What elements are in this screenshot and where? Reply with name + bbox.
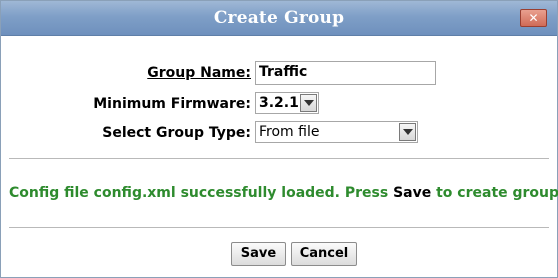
divider-bottom (9, 227, 549, 228)
group-type-value: From file (259, 124, 320, 140)
cancel-button[interactable]: Cancel (291, 242, 357, 266)
title-bar[interactable]: Create Group ✕ (1, 1, 557, 36)
status-message: Config file config.xml successfully load… (9, 185, 558, 201)
dialog-title: Create Group (213, 8, 345, 28)
min-firmware-label: Minimum Firmware: (93, 96, 251, 112)
close-icon: ✕ (528, 11, 539, 25)
group-type-select[interactable]: From file (255, 121, 418, 143)
min-firmware-select[interactable]: 3.2.1 (255, 92, 319, 114)
group-name-value: Traffic (259, 64, 308, 80)
group-type-label: Select Group Type: (102, 125, 251, 141)
divider-top (9, 158, 549, 159)
min-firmware-value: 3.2.1 (259, 95, 299, 111)
group-name-label: Group Name: (147, 65, 251, 81)
create-group-dialog: Create Group ✕ Group Name: Traffic Minim… (0, 0, 558, 278)
chevron-down-icon[interactable] (399, 123, 416, 141)
chevron-down-icon[interactable] (300, 94, 317, 112)
close-button[interactable]: ✕ (520, 9, 547, 27)
group-name-input[interactable]: Traffic (255, 61, 436, 85)
save-button[interactable]: Save (231, 242, 286, 266)
